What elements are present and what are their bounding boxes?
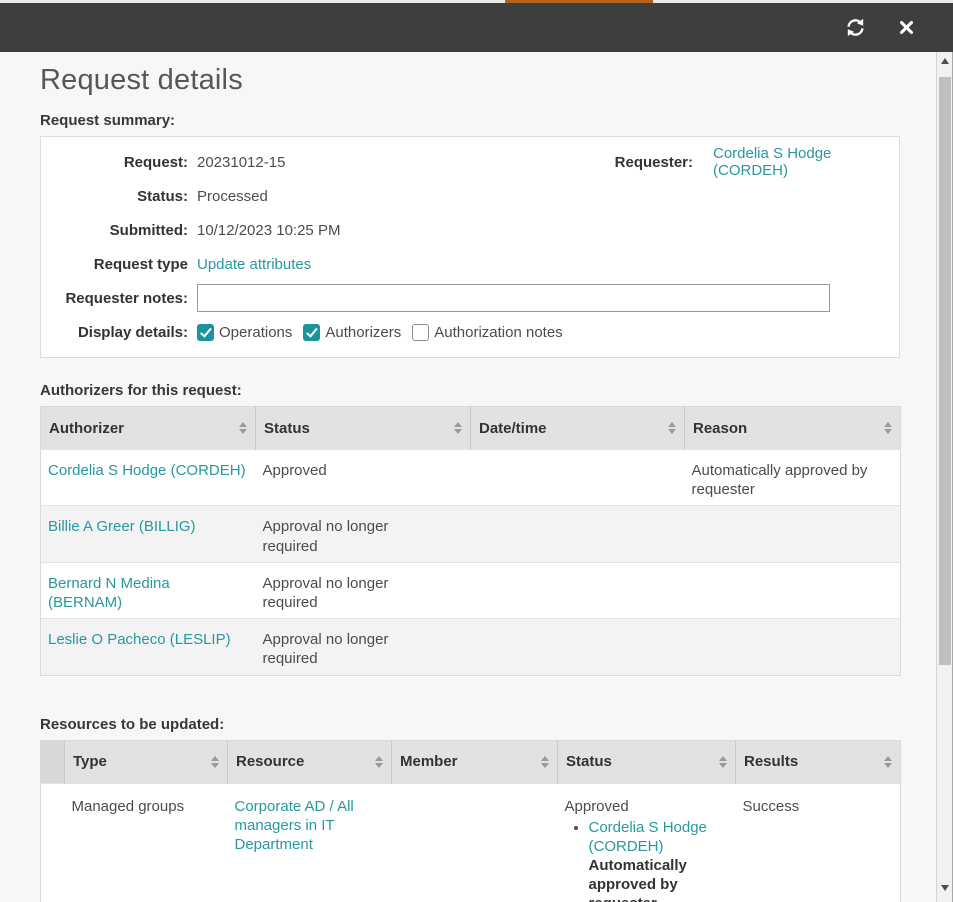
status-label: Status: — [41, 188, 188, 205]
type-column-header[interactable]: Type — [65, 740, 228, 783]
submitted-row: Submitted: 10/12/2023 10:25 PM — [41, 213, 899, 247]
status-column-header[interactable]: Status — [558, 740, 736, 783]
scroll-up-icon — [941, 58, 949, 64]
status-detail-note: Automatically approved by requester — [589, 856, 728, 902]
display-details-row: Display details: Operations Authorizers — [41, 315, 899, 349]
resource-status: Approved — [565, 798, 629, 815]
operations-checkbox[interactable] — [197, 324, 214, 341]
scrollbar-thumb[interactable] — [939, 77, 951, 665]
authorization-notes-checkbox[interactable] — [412, 324, 429, 341]
authorizers-checkbox-group[interactable]: Authorizers — [303, 324, 401, 341]
page-title: Request details — [40, 64, 900, 97]
close-button[interactable] — [898, 19, 915, 36]
status-row: Status: Processed — [41, 179, 899, 213]
authorizer-status: Approval no longer required — [263, 630, 421, 668]
operations-checkbox-label: Operations — [219, 324, 292, 341]
request-type-row: Request type Update attributes — [41, 247, 899, 281]
status-column-header[interactable]: Status — [256, 407, 471, 450]
authorizer-row: Billie A Greer (BILLIG) Approval no long… — [41, 506, 901, 562]
authorizer-status: Approved — [263, 461, 421, 480]
sort-icon — [541, 756, 549, 768]
sort-icon — [668, 422, 676, 434]
requester-notes-label: Requester notes: — [41, 290, 188, 307]
dialog-titlebar — [0, 3, 953, 52]
scroll-down-button[interactable] — [937, 879, 953, 896]
sort-icon — [454, 422, 462, 434]
request-label: Request: — [41, 154, 188, 171]
resource-column-header[interactable]: Resource — [228, 740, 392, 783]
sort-icon — [884, 756, 892, 768]
submitted-value: 10/12/2023 10:25 PM — [197, 222, 340, 239]
row-selector-cell — [41, 783, 65, 902]
status-detail-list: Cordelia S Hodge (CORDEH) Automatically … — [565, 818, 728, 902]
sort-icon — [884, 422, 892, 434]
resources-header-row: Type Resource Member Status Results — [41, 740, 901, 783]
authorizers-heading: Authorizers for this request: — [40, 382, 900, 399]
request-row: Request: 20231012-15 Requester: Cordelia… — [41, 145, 899, 179]
authorizer-status: Approval no longer required — [263, 517, 421, 555]
member-column-header[interactable]: Member — [392, 740, 558, 783]
operations-checkbox-group[interactable]: Operations — [197, 324, 292, 341]
authorization-notes-checkbox-group[interactable]: Authorization notes — [412, 324, 562, 341]
authorizer-column-header[interactable]: Authorizer — [41, 407, 256, 450]
authorizer-link[interactable]: Bernard N Medina (BERNAM) — [48, 575, 170, 611]
resource-cell: Corporate AD / All managers in IT Depart… — [228, 783, 392, 902]
authorizers-checkbox[interactable] — [303, 324, 320, 341]
results-column-header[interactable]: Results — [736, 740, 901, 783]
request-type-label: Request type — [41, 256, 188, 273]
requester-group: Requester: Cordelia S Hodge (CORDEH) — [581, 145, 899, 179]
authorizer-link[interactable]: Billie A Greer (BILLIG) — [48, 518, 196, 535]
request-value: 20231012-15 — [197, 154, 285, 171]
resources-table: Type Resource Member Status Results Mana… — [40, 740, 901, 902]
display-details-label: Display details: — [41, 324, 188, 341]
authorization-notes-checkbox-label: Authorization notes — [434, 324, 562, 341]
authorizer-reason: Automatically approved by requester — [692, 462, 868, 498]
resource-container-link[interactable]: Corporate AD — [235, 798, 326, 815]
resource-separator: / — [325, 798, 337, 815]
sort-icon — [211, 756, 219, 768]
sort-icon — [719, 756, 727, 768]
status-value: Processed — [197, 188, 268, 205]
authorizer-row: Leslie O Pacheco (LESLIP) Approval no lo… — [41, 619, 901, 675]
resource-results: Success — [743, 798, 800, 815]
dialog-content: Request details Request summary: Request… — [0, 52, 936, 902]
authorizer-row: Cordelia S Hodge (CORDEH) Approved Autom… — [41, 450, 901, 506]
row-selector-column-header — [41, 740, 65, 783]
requester-link[interactable]: Cordelia S Hodge (CORDEH) — [713, 145, 899, 179]
scroll-up-button[interactable] — [937, 52, 953, 69]
authorizers-table: Authorizer Status Date/time Reason Corde… — [40, 406, 901, 676]
close-icon — [898, 19, 915, 36]
refresh-button[interactable] — [845, 17, 866, 38]
request-type-link[interactable]: Update attributes — [197, 256, 311, 273]
refresh-icon — [845, 17, 866, 38]
request-summary-panel: Request: 20231012-15 Requester: Cordelia… — [40, 136, 900, 358]
sort-icon — [239, 422, 247, 434]
display-details-options: Operations Authorizers Authorization not… — [197, 324, 563, 341]
authorizer-status: Approval no longer required — [263, 574, 421, 612]
requester-notes-row: Requester notes: — [41, 281, 899, 315]
request-details-dialog: Request details Request summary: Request… — [0, 0, 953, 902]
requester-label: Requester: — [581, 154, 693, 171]
datetime-column-header[interactable]: Date/time — [471, 407, 685, 450]
submitted-label: Submitted: — [41, 222, 188, 239]
vertical-scrollbar[interactable] — [936, 52, 953, 902]
authorizers-header-row: Authorizer Status Date/time Reason — [41, 407, 901, 450]
status-detail-authorizer-link[interactable]: Cordelia S Hodge (CORDEH) — [589, 819, 707, 855]
resource-status-cell: Approved Cordelia S Hodge (CORDEH) Autom… — [558, 783, 736, 902]
status-detail-item: Cordelia S Hodge (CORDEH) Automatically … — [589, 818, 728, 902]
reason-column-header[interactable]: Reason — [685, 407, 901, 450]
authorizer-row: Bernard N Medina (BERNAM) Approval no lo… — [41, 562, 901, 618]
authorizer-link[interactable]: Cordelia S Hodge (CORDEH) — [48, 462, 246, 479]
request-summary-heading: Request summary: — [40, 112, 900, 129]
sort-icon — [375, 756, 383, 768]
requester-notes-input[interactable] — [197, 284, 830, 312]
resource-row: Managed groups Corporate AD / All manage… — [41, 783, 901, 902]
authorizers-checkbox-label: Authorizers — [325, 324, 401, 341]
authorizer-link[interactable]: Leslie O Pacheco (LESLIP) — [48, 631, 231, 648]
scroll-down-icon — [941, 885, 949, 891]
resources-heading: Resources to be updated: — [40, 716, 900, 733]
resource-type: Managed groups — [72, 798, 185, 815]
